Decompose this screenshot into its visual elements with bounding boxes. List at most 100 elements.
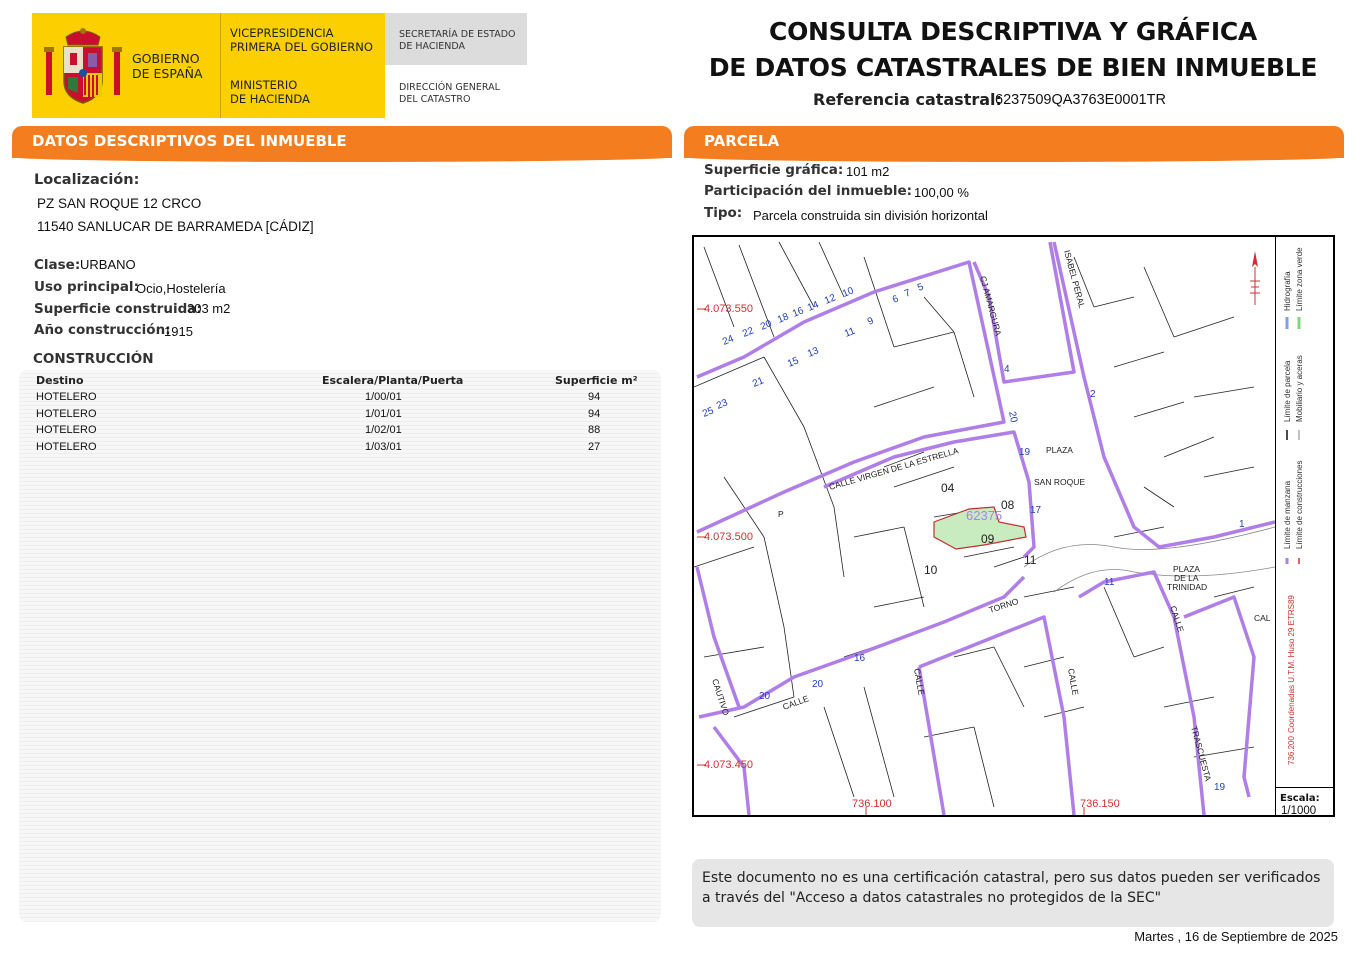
coord-x-2: 736.150 [1080,798,1120,810]
svg-text:Mobiliario y aceras: Mobiliario y aceras [1295,355,1304,422]
svg-text:5: 5 [916,281,926,293]
svg-text:23: 23 [715,397,730,412]
svg-text:CAUTIVO: CAUTIVO [710,678,731,717]
uso-value: Ocio,Hostelería [136,281,226,296]
parcel-11: 11 [1024,553,1037,567]
svg-text:CAL: CAL [1254,613,1271,623]
svg-text:19: 19 [1019,447,1031,458]
coord-y-1: 4.073.550 [704,303,753,315]
svg-text:736.200: 736.200 [1287,736,1296,765]
parcel-10: 10 [924,563,938,577]
parcel-62375: 62375 [966,508,1002,523]
anio-label: Año construcción: [34,322,171,338]
map-legend: Límite de manzana Límite de construccion… [1283,247,1304,765]
participacion-value: 100,00 % [914,185,969,200]
col-destino: Destino [36,374,84,387]
anio-value: 1915 [164,324,193,339]
svg-text:Límite de manzana: Límite de manzana [1283,480,1292,549]
svg-text:SAN ROQUE: SAN ROQUE [1034,477,1085,487]
svg-text:Límite de parcela: Límite de parcela [1283,360,1292,422]
svg-text:17: 17 [1030,505,1042,516]
svg-text:CALLE: CALLE [1066,668,1081,697]
gobierno-text: GOBIERNO DE ESPAÑA [132,51,203,81]
svg-text:14: 14 [806,299,821,314]
svg-text:10: 10 [841,285,856,300]
svg-text:20: 20 [759,691,771,702]
cadastral-map: 4.073.550 4.073.500 4.073.450 736.100 73… [692,235,1335,817]
svg-text:12: 12 [823,292,838,307]
col-superficie: Superficie m² [555,374,638,387]
construccion-table [19,370,661,922]
escala-label: Escala: [1280,793,1320,804]
svg-text:Coordenadas U.T.M. Huso 29 ETR: Coordenadas U.T.M. Huso 29 ETRS89 [1287,595,1296,733]
tipo-value: Parcela construida sin división horizont… [753,208,988,223]
parcela-header: PARCELA [684,126,1344,162]
tipo-label: Tipo: [704,205,743,221]
north-arrow-icon [1250,251,1260,305]
svg-text:20: 20 [812,679,824,690]
parcel-04: 04 [941,481,955,495]
svg-text:4: 4 [1004,364,1010,375]
svg-text:Límite de construcciones: Límite de construcciones [1295,461,1304,550]
document-date: Martes , 16 de Septiembre de 2025 [1134,929,1338,944]
svg-text:16: 16 [791,305,806,320]
svg-text:Hidrografía: Hidrografía [1283,271,1292,311]
escala-value: 1/1000 [1281,805,1317,817]
direccion-general-text: DIRECCIÓN GENERAL DEL CATASTRO [399,82,500,105]
svg-text:1: 1 [1239,519,1245,530]
disclaimer-text: Este documento no es una certificación c… [702,870,1321,906]
svg-text:6: 6 [891,293,901,305]
map-drawing: 4.073.550 4.073.500 4.073.450 736.100 73… [694,241,1275,815]
svg-text:11: 11 [1104,577,1115,588]
svg-text:CALLE: CALLE [912,668,927,697]
svg-text:20: 20 [1006,410,1019,424]
svg-text:25: 25 [701,405,716,420]
coord-y-2: 4.073.500 [704,531,753,543]
clase-value: URBANO [80,257,136,272]
svg-text:22: 22 [741,325,756,340]
col-planta: Escalera/Planta/Puerta [322,374,464,387]
parcel-09: 09 [981,532,995,546]
address-line1: PZ SAN ROQUE 12 CRCO [37,196,202,211]
superficie-grafica-value: 101 m2 [846,164,890,179]
coat-of-arms-icon [44,28,122,104]
svg-text:9: 9 [866,315,876,327]
svg-text:P: P [778,509,784,519]
page-title: CONSULTA DESCRIPTIVA Y GRÁFICA DE DATOS … [708,17,1318,82]
svg-text:2: 2 [1090,389,1096,400]
vicepresidencia-text: VICEPRESIDENCIA PRIMERA DEL GOBIERNO [230,26,373,54]
participacion-label: Participación del inmueble: [704,183,913,199]
localizacion-label: Localización: [34,172,140,188]
construccion-title: CONSTRUCCIÓN [33,351,154,367]
parcel-08: 08 [1001,498,1015,512]
svg-text:15: 15 [786,355,801,370]
svg-text:PLAZA: PLAZA [1046,445,1073,455]
coord-x-1: 736.100 [852,798,892,810]
secretaria-text: SECRETARÍA DE ESTADO DE HACIENDA [399,29,516,52]
coord-y-3: 4.073.450 [704,759,753,771]
superficie-label: Superficie construida: [34,301,202,317]
svg-text:7: 7 [903,287,913,299]
referencia-label: Referencia catastral: [813,90,1002,109]
uso-label: Uso principal: [34,279,139,295]
government-logo: GOBIERNO DE ESPAÑA VICEPRESIDENCIA PRIME… [32,13,385,118]
svg-text:16: 16 [854,653,866,664]
svg-text:Límite zona verde: Límite zona verde [1295,247,1304,311]
svg-text:TRINIDAD: TRINIDAD [1167,582,1207,592]
disclaimer-box: Este documento no es una certificación c… [692,859,1334,927]
clase-label: Clase: [34,257,81,273]
svg-text:11: 11 [843,326,857,340]
datos-descriptivos-header: DATOS DESCRIPTIVOS DEL INMUEBLE [12,126,672,162]
ministerio-text: MINISTERIO DE HACIENDA [230,78,310,106]
svg-text:13: 13 [806,345,821,360]
svg-text:CALLE: CALLE [781,693,810,712]
superficie-grafica-label: Superficie gráfica: [704,162,844,178]
svg-text:21: 21 [751,375,766,390]
svg-text:CALLE: CALLE [1168,605,1186,634]
address-line2: 11540 SANLUCAR DE BARRAMEDA [CÁDIZ] [37,219,314,234]
referencia-value: 6237509QA3763E0001TR [995,92,1166,108]
superficie-value: 303 m2 [187,301,231,316]
svg-text:19: 19 [1214,782,1226,793]
svg-text:24: 24 [721,333,736,348]
svg-text:18: 18 [776,311,791,326]
